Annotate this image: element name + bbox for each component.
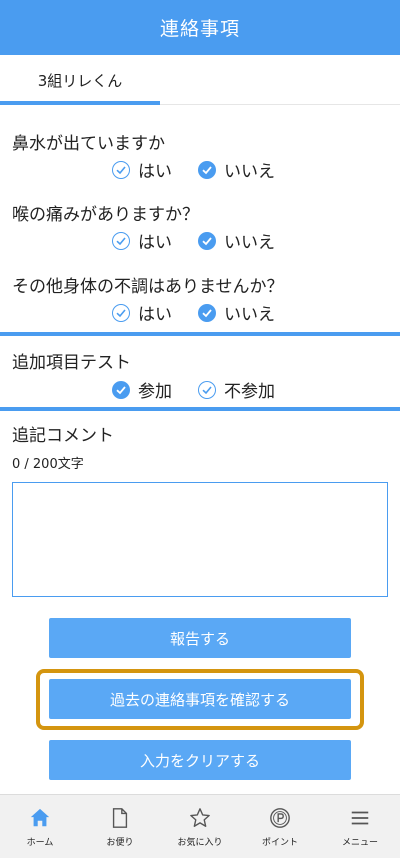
option-label: 不参加 (224, 382, 275, 402)
option-yes[interactable]: はい (112, 300, 172, 325)
star-icon (190, 807, 210, 827)
section-divider (0, 407, 400, 411)
view-history-button[interactable]: 過去の連絡事項を確認する (49, 679, 351, 719)
home-icon (30, 808, 50, 826)
menu-icon (351, 811, 369, 824)
check-circle-icon (198, 380, 216, 399)
check-circle-filled-icon (112, 380, 130, 399)
option-attend[interactable]: 参加 (112, 377, 172, 402)
section-divider (0, 332, 400, 336)
option-label: はい (138, 233, 172, 253)
question-options: はい いいえ (112, 300, 301, 325)
tab-bar: 3組リレくん (0, 55, 400, 105)
option-label: はい (138, 305, 172, 325)
option-yes[interactable]: はい (112, 228, 172, 253)
option-yes[interactable]: はい (112, 157, 172, 182)
question-label: その他身体の不調はありませんか？ (12, 277, 284, 297)
nav-label: ホーム (26, 837, 54, 848)
nav-label: ポイント (261, 837, 298, 848)
nav-label: お気に入り (177, 837, 223, 848)
option-label: いいえ (224, 162, 275, 182)
question-label: 鼻水が出ていますか (12, 134, 165, 154)
nav-label: お便り (106, 837, 134, 848)
page-title: 連絡事項 (159, 18, 240, 40)
comment-title: 追記コメント (12, 426, 114, 446)
option-no[interactable]: いいえ (198, 228, 275, 253)
nav-letters[interactable]: お便り (80, 795, 160, 858)
app-header: 連絡事項 (0, 0, 400, 55)
document-icon (112, 807, 128, 828)
check-circle-filled-icon (198, 160, 216, 179)
nav-label: メニュー (341, 837, 378, 848)
clear-input-button[interactable]: 入力をクリアする (49, 740, 351, 780)
tab-active-indicator (0, 101, 160, 105)
extra-item-options: 参加 不参加 (112, 377, 301, 402)
tab-label: 3組リレくん (37, 71, 123, 90)
option-absent[interactable]: 不参加 (198, 377, 275, 402)
nav-menu[interactable]: メニュー (320, 795, 400, 858)
check-circle-filled-icon (198, 303, 216, 322)
check-circle-filled-icon (198, 231, 216, 250)
question-options: はい いいえ (112, 157, 301, 182)
nav-home[interactable]: ホーム (0, 795, 80, 858)
extra-item-label: 追加項目テスト (12, 353, 131, 373)
char-counter: 0 / 200文字 (12, 457, 84, 472)
check-circle-icon (112, 303, 130, 322)
question-options: はい いいえ (112, 228, 301, 253)
bottom-nav: ホーム お便り お気に入り ポイント メニュー (0, 794, 400, 858)
option-label: いいえ (224, 305, 275, 325)
comment-input[interactable] (12, 482, 388, 597)
check-circle-icon (112, 231, 130, 250)
tab-child[interactable]: 3組リレくん (0, 55, 160, 105)
option-label: 参加 (138, 382, 172, 402)
check-circle-icon (112, 160, 130, 179)
option-label: はい (138, 162, 172, 182)
nav-points[interactable]: ポイント (240, 795, 320, 858)
option-no[interactable]: いいえ (198, 157, 275, 182)
nav-favorites[interactable]: お気に入り (160, 795, 240, 858)
question-label: 喉の痛みがありますか？ (12, 205, 199, 225)
report-button[interactable]: 報告する (49, 618, 351, 658)
option-label: いいえ (224, 233, 275, 253)
option-no[interactable]: いいえ (198, 300, 275, 325)
point-icon (270, 807, 290, 828)
